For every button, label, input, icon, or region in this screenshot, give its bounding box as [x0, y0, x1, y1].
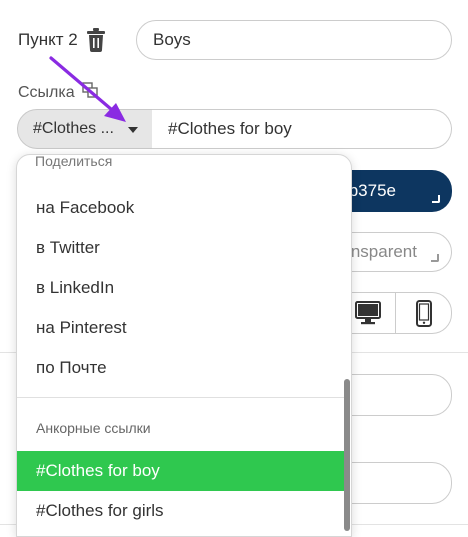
link-url-input-value: #Clothes for boy [168, 119, 292, 138]
dropdown-option-label: на Facebook [36, 198, 135, 217]
menu-item-name-input[interactable]: Boys [136, 20, 452, 60]
dropdown-option-label: по Почте [36, 358, 107, 377]
menu-item-label: Пункт 2 [18, 30, 78, 49]
dropdown-scrollbar[interactable] [344, 379, 350, 531]
link-type-select-value: #Clothes ... [33, 120, 114, 137]
dropdown-option-label: в Twitter [36, 238, 100, 257]
trash-icon[interactable] [86, 28, 106, 52]
share-group-label: Поделиться [35, 154, 113, 169]
dropdown-option-label: #Clothes for boy [36, 461, 160, 480]
resize-handle-icon[interactable] [431, 254, 439, 262]
dropdown-option[interactable]: в Twitter [17, 228, 346, 268]
dropdown-option[interactable]: на Facebook [17, 188, 346, 228]
dropdown-option-label: на Pinterest [36, 318, 127, 337]
divider [395, 293, 396, 333]
dropdown-option-selected[interactable]: #Clothes for boy [17, 451, 346, 491]
link-url-input[interactable]: #Clothes for boy [152, 109, 452, 149]
copy-icon[interactable] [82, 82, 98, 98]
mobile-icon[interactable] [416, 300, 432, 327]
chevron-down-icon [128, 127, 138, 133]
border-color-value: nsparent [350, 242, 417, 261]
menu-item-editor: Пункт 2 Boys Ссылка #Clothes ... #Clothe… [0, 0, 468, 537]
dropdown-option[interactable]: #Clothes for girls [17, 491, 346, 531]
anchor-group-label: Анкорные ссылки [36, 420, 151, 436]
dropdown-divider [17, 397, 346, 398]
dropdown-option-label: в LinkedIn [36, 278, 115, 297]
name-input-value: Boys [153, 30, 191, 49]
link-type-select[interactable]: #Clothes ... [17, 109, 153, 149]
link-label: Ссылка [18, 84, 75, 101]
link-type-dropdown: Поделиться на Facebook в Twitter в Linke… [16, 154, 352, 537]
resize-handle-icon[interactable] [432, 195, 440, 203]
dropdown-option[interactable]: в LinkedIn [17, 268, 346, 308]
dropdown-option[interactable]: по Почте [17, 348, 346, 388]
dropdown-option[interactable]: на Pinterest [17, 308, 346, 348]
desktop-icon[interactable] [355, 301, 381, 325]
dropdown-option-label: #Clothes for girls [36, 501, 164, 520]
background-color-value: b375e [348, 181, 396, 200]
